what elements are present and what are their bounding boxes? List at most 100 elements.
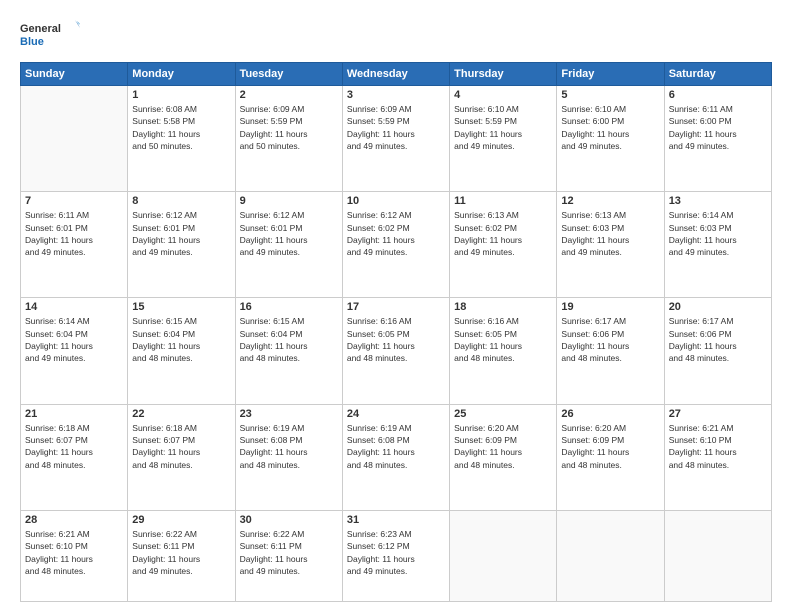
day-info: Sunrise: 6:21 AMSunset: 6:10 PMDaylight:…	[25, 528, 123, 577]
cell-w1-d3: 2Sunrise: 6:09 AMSunset: 5:59 PMDaylight…	[235, 86, 342, 192]
day-number: 29	[132, 514, 230, 526]
header-sunday: Sunday	[21, 63, 128, 86]
cell-w4-d5: 25 Sunrise: 6:20 AMSunset: 6:09 PMDayligh…	[450, 404, 557, 510]
day-info: Sunrise: 6:11 AMSunset: 6:00 PMDaylight:…	[669, 103, 767, 152]
week-row-4: 21 Sunrise: 6:18 AMSunset: 6:07 PMDayligh…	[21, 404, 772, 510]
cell-w3-d4: 17 Sunrise: 6:16 AMSunset: 6:05 PMDayligh…	[342, 298, 449, 404]
cell-w4-d7: 27 Sunrise: 6:21 AMSunset: 6:10 PMDayligh…	[664, 404, 771, 510]
day-number: 28	[25, 514, 123, 526]
cell-w3-d2: 15Sunrise: 6:15 AMSunset: 6:04 PMDayligh…	[128, 298, 235, 404]
cell-w3-d3: 16 Sunrise: 6:15 AMSunset: 6:04 PMDayligh…	[235, 298, 342, 404]
day-info: Sunrise: 6:13 AMSunset: 6:02 PMDaylight:…	[454, 209, 552, 258]
day-info: Sunrise: 6:10 AMSunset: 5:59 PMDaylight:…	[454, 103, 552, 152]
day-number: 27	[669, 408, 767, 420]
cell-w1-d7: 6 Sunrise: 6:11 AMSunset: 6:00 PMDaylight…	[664, 86, 771, 192]
day-number: 1	[132, 89, 230, 101]
cell-w4-d4: 24 Sunrise: 6:19 AMSunset: 6:08 PMDayligh…	[342, 404, 449, 510]
page: General Blue SundayMondayTuesdayWednesda…	[0, 0, 792, 612]
day-info: Sunrise: 6:12 AMSunset: 6:01 PMDaylight:…	[240, 209, 338, 258]
day-info: Sunrise: 6:11 AMSunset: 6:01 PMDaylight:…	[25, 209, 123, 258]
header-wednesday: Wednesday	[342, 63, 449, 86]
header-saturday: Saturday	[664, 63, 771, 86]
day-number: 17	[347, 301, 445, 313]
day-number: 12	[561, 195, 659, 207]
cell-w2-d1: 7 Sunrise: 6:11 AMSunset: 6:01 PMDaylight…	[21, 192, 128, 298]
cell-w2-d4: 10 Sunrise: 6:12 AMSunset: 6:02 PMDayligh…	[342, 192, 449, 298]
cell-w2-d3: 9 Sunrise: 6:12 AMSunset: 6:01 PMDaylight…	[235, 192, 342, 298]
cell-w2-d7: 13 Sunrise: 6:14 AMSunset: 6:03 PMDayligh…	[664, 192, 771, 298]
cell-w5-d2: 29 Sunrise: 6:22 AMSunset: 6:11 PMDayligh…	[128, 510, 235, 601]
cell-w1-d2: 1 Sunrise: 6:08 AMSunset: 5:58 PMDaylight…	[128, 86, 235, 192]
day-number: 25	[454, 408, 552, 420]
day-number: 13	[669, 195, 767, 207]
cell-w5-d6	[557, 510, 664, 601]
week-row-5: 28 Sunrise: 6:21 AMSunset: 6:10 PMDayligh…	[21, 510, 772, 601]
week-row-1: 1 Sunrise: 6:08 AMSunset: 5:58 PMDaylight…	[21, 86, 772, 192]
cell-w5-d7	[664, 510, 771, 601]
cell-w3-d7: 20 Sunrise: 6:17 AMSunset: 6:06 PMDayligh…	[664, 298, 771, 404]
day-info: Sunrise: 6:22 AMSunset: 6:11 PMDaylight:…	[240, 528, 338, 577]
day-info: Sunrise: 6:14 AMSunset: 6:04 PMDaylight:…	[25, 315, 123, 364]
day-info: Sunrise: 6:16 AMSunset: 6:05 PMDaylight:…	[347, 315, 445, 364]
cell-w4-d3: 23Sunrise: 6:19 AMSunset: 6:08 PMDayligh…	[235, 404, 342, 510]
cell-w5-d3: 30 Sunrise: 6:22 AMSunset: 6:11 PMDayligh…	[235, 510, 342, 601]
header-monday: Monday	[128, 63, 235, 86]
cell-w1-d5: 4Sunrise: 6:10 AMSunset: 5:59 PMDaylight…	[450, 86, 557, 192]
week-row-3: 14 Sunrise: 6:14 AMSunset: 6:04 PMDayligh…	[21, 298, 772, 404]
day-info: Sunrise: 6:17 AMSunset: 6:06 PMDaylight:…	[561, 315, 659, 364]
day-number: 23	[240, 408, 338, 420]
day-info: Sunrise: 6:08 AMSunset: 5:58 PMDaylight:…	[132, 103, 230, 152]
cell-w1-d4: 3Sunrise: 6:09 AMSunset: 5:59 PMDaylight…	[342, 86, 449, 192]
day-info: Sunrise: 6:18 AMSunset: 6:07 PMDaylight:…	[25, 422, 123, 471]
day-number: 6	[669, 89, 767, 101]
day-info: Sunrise: 6:21 AMSunset: 6:10 PMDaylight:…	[669, 422, 767, 471]
cell-w3-d6: 19 Sunrise: 6:17 AMSunset: 6:06 PMDayligh…	[557, 298, 664, 404]
day-number: 30	[240, 514, 338, 526]
day-info: Sunrise: 6:12 AMSunset: 6:01 PMDaylight:…	[132, 209, 230, 258]
day-number: 24	[347, 408, 445, 420]
day-number: 22	[132, 408, 230, 420]
day-info: Sunrise: 6:19 AMSunset: 6:08 PMDaylight:…	[347, 422, 445, 471]
day-info: Sunrise: 6:15 AMSunset: 6:04 PMDaylight:…	[240, 315, 338, 364]
day-number: 21	[25, 408, 123, 420]
day-number: 19	[561, 301, 659, 313]
logo-svg: General Blue	[20, 18, 80, 54]
day-number: 8	[132, 195, 230, 207]
day-info: Sunrise: 6:20 AMSunset: 6:09 PMDaylight:…	[454, 422, 552, 471]
header-friday: Friday	[557, 63, 664, 86]
cell-w5-d1: 28 Sunrise: 6:21 AMSunset: 6:10 PMDayligh…	[21, 510, 128, 601]
day-number: 16	[240, 301, 338, 313]
cell-w4-d2: 22Sunrise: 6:18 AMSunset: 6:07 PMDayligh…	[128, 404, 235, 510]
day-number: 20	[669, 301, 767, 313]
day-number: 18	[454, 301, 552, 313]
header-thursday: Thursday	[450, 63, 557, 86]
day-info: Sunrise: 6:12 AMSunset: 6:02 PMDaylight:…	[347, 209, 445, 258]
day-number: 14	[25, 301, 123, 313]
day-info: Sunrise: 6:20 AMSunset: 6:09 PMDaylight:…	[561, 422, 659, 471]
cell-w4-d6: 26 Sunrise: 6:20 AMSunset: 6:09 PMDayligh…	[557, 404, 664, 510]
day-number: 26	[561, 408, 659, 420]
day-number: 9	[240, 195, 338, 207]
cell-w2-d5: 11Sunrise: 6:13 AMSunset: 6:02 PMDayligh…	[450, 192, 557, 298]
day-number: 10	[347, 195, 445, 207]
cell-w5-d5	[450, 510, 557, 601]
day-info: Sunrise: 6:09 AMSunset: 5:59 PMDaylight:…	[240, 103, 338, 152]
svg-text:General: General	[20, 23, 61, 35]
svg-text:Blue: Blue	[20, 36, 44, 48]
day-info: Sunrise: 6:15 AMSunset: 6:04 PMDaylight:…	[132, 315, 230, 364]
day-info: Sunrise: 6:14 AMSunset: 6:03 PMDaylight:…	[669, 209, 767, 258]
header: General Blue	[20, 18, 772, 54]
logo: General Blue	[20, 18, 80, 54]
cell-w2-d2: 8 Sunrise: 6:12 AMSunset: 6:01 PMDaylight…	[128, 192, 235, 298]
day-number: 7	[25, 195, 123, 207]
day-info: Sunrise: 6:23 AMSunset: 6:12 PMDaylight:…	[347, 528, 445, 577]
calendar-body: 1 Sunrise: 6:08 AMSunset: 5:58 PMDaylight…	[21, 86, 772, 602]
cell-w4-d1: 21 Sunrise: 6:18 AMSunset: 6:07 PMDayligh…	[21, 404, 128, 510]
day-info: Sunrise: 6:22 AMSunset: 6:11 PMDaylight:…	[132, 528, 230, 577]
cell-w5-d4: 31Sunrise: 6:23 AMSunset: 6:12 PMDayligh…	[342, 510, 449, 601]
day-number: 3	[347, 89, 445, 101]
day-info: Sunrise: 6:17 AMSunset: 6:06 PMDaylight:…	[669, 315, 767, 364]
cell-w1-d6: 5Sunrise: 6:10 AMSunset: 6:00 PMDaylight…	[557, 86, 664, 192]
week-row-2: 7 Sunrise: 6:11 AMSunset: 6:01 PMDaylight…	[21, 192, 772, 298]
day-info: Sunrise: 6:10 AMSunset: 6:00 PMDaylight:…	[561, 103, 659, 152]
